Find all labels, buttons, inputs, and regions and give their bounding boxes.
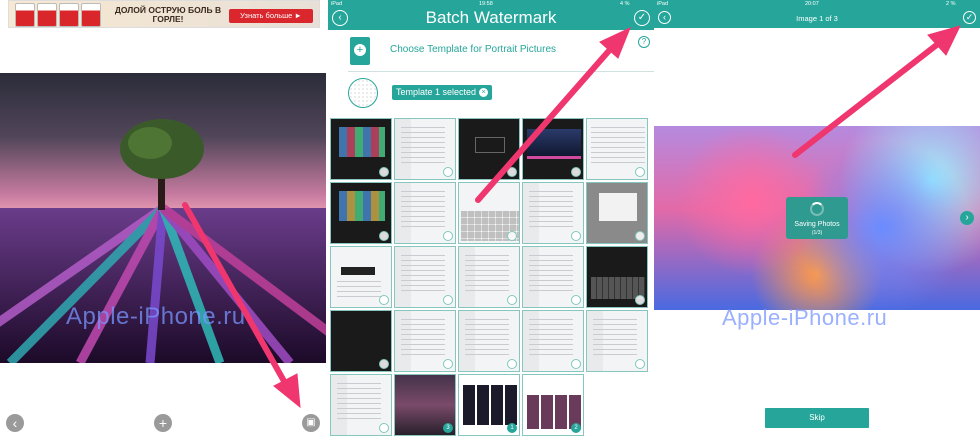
battery: 2 % bbox=[946, 1, 956, 7]
saving-label: Saving Photos bbox=[794, 221, 840, 228]
selection-checkbox[interactable] bbox=[571, 359, 581, 369]
template-prompt[interactable]: Choose Template for Portrait Pictures bbox=[390, 44, 556, 55]
selection-checkbox[interactable] bbox=[443, 167, 453, 177]
chevron-left-icon[interactable]: ‹ bbox=[6, 414, 24, 432]
photo-thumbnail[interactable] bbox=[586, 246, 648, 308]
add-document-icon[interactable] bbox=[350, 37, 370, 65]
navbar: iPad 19:58 4 % ‹ Batch Watermark ✓ bbox=[328, 0, 654, 30]
photo-thumbnail[interactable] bbox=[330, 182, 392, 244]
photo-thumbnail[interactable] bbox=[522, 246, 584, 308]
selection-checkbox[interactable] bbox=[635, 295, 645, 305]
skip-button[interactable]: Skip bbox=[765, 408, 869, 428]
selection-checkbox[interactable] bbox=[635, 167, 645, 177]
photo-thumbnail[interactable] bbox=[394, 182, 456, 244]
photo-thumbnail[interactable] bbox=[522, 182, 584, 244]
selection-checkbox[interactable] bbox=[379, 359, 389, 369]
photo-thumbnail[interactable] bbox=[394, 118, 456, 180]
selection-checkbox[interactable] bbox=[379, 231, 389, 241]
done-checkmark-button[interactable]: ✓ bbox=[634, 10, 650, 26]
selection-badge[interactable]: 2 bbox=[571, 423, 581, 433]
selection-checkbox[interactable] bbox=[635, 231, 645, 241]
photo-thumbnail[interactable] bbox=[522, 310, 584, 372]
selection-badge[interactable]: 3 bbox=[443, 423, 453, 433]
plus-icon[interactable]: + bbox=[154, 414, 172, 432]
selection-badge[interactable]: 1 bbox=[507, 423, 517, 433]
selection-checkbox[interactable] bbox=[379, 295, 389, 305]
photo-thumbnail[interactable] bbox=[522, 118, 584, 180]
photo-thumbnail[interactable] bbox=[458, 118, 520, 180]
photo-thumbnail[interactable]: 3 bbox=[394, 374, 456, 436]
editor-panel: ДОЛОЙ ОСТРУЮ БОЛЬ В ГОРЛЕ! Узнать больше… bbox=[0, 0, 326, 436]
product-image bbox=[15, 3, 35, 27]
photo-thumbnail[interactable]: 2 bbox=[522, 374, 584, 436]
selection-checkbox[interactable] bbox=[571, 231, 581, 241]
selection-checkbox[interactable] bbox=[507, 231, 517, 241]
photo-thumbnail[interactable] bbox=[458, 246, 520, 308]
choose-template-row[interactable]: Choose Template for Portrait Pictures ? bbox=[348, 34, 654, 72]
spinner-icon bbox=[810, 202, 824, 216]
selection-checkbox[interactable] bbox=[507, 295, 517, 305]
remove-icon[interactable]: × bbox=[479, 88, 488, 97]
photo-thumbnail[interactable] bbox=[330, 246, 392, 308]
product-image bbox=[81, 3, 101, 27]
watermark-text[interactable]: Apple-iPhone.ru bbox=[66, 303, 246, 331]
product-image bbox=[59, 3, 79, 27]
selection-checkbox[interactable] bbox=[635, 359, 645, 369]
edited-photo: Apple-iPhone.ru bbox=[0, 73, 326, 363]
navbar: iPad 20:07 2 % ‹ Image 1 of 3 ✓ bbox=[654, 0, 980, 28]
photo-thumbnail[interactable] bbox=[330, 118, 392, 180]
photo-thumbnail[interactable] bbox=[586, 118, 648, 180]
selection-checkbox[interactable] bbox=[443, 231, 453, 241]
pill-label: Template 1 selected bbox=[396, 87, 477, 97]
batch-watermark-panel: iPad 19:58 4 % ‹ Batch Watermark ✓ Choos… bbox=[328, 0, 654, 436]
clock: 20:07 bbox=[805, 1, 819, 7]
battery: 4 % bbox=[620, 1, 630, 7]
photo-thumbnail[interactable] bbox=[330, 310, 392, 372]
saving-indicator: Saving Photos (1/3) bbox=[786, 197, 848, 239]
done-checkmark-button[interactable]: ✓ bbox=[963, 11, 976, 24]
template-preview[interactable] bbox=[348, 78, 378, 108]
template-selected-pill[interactable]: Template 1 selected × bbox=[392, 85, 492, 100]
status-bar: iPad 20:07 2 % bbox=[654, 0, 980, 8]
selection-checkbox[interactable] bbox=[379, 167, 389, 177]
status-bar: iPad 19:58 4 % bbox=[328, 0, 654, 8]
saving-panel: iPad 20:07 2 % ‹ Image 1 of 3 ✓ Apple-iP… bbox=[654, 0, 980, 436]
selection-checkbox[interactable] bbox=[571, 295, 581, 305]
photo-thumbnail[interactable]: 1 bbox=[458, 374, 520, 436]
help-icon[interactable]: ? bbox=[638, 36, 650, 48]
watermark-text: Apple-iPhone.ru bbox=[722, 305, 888, 330]
selection-checkbox[interactable] bbox=[571, 167, 581, 177]
save-icon[interactable]: ▣ bbox=[302, 414, 320, 432]
clock: 19:58 bbox=[479, 1, 493, 7]
photo-thumbnail[interactable] bbox=[458, 310, 520, 372]
page-title: Batch Watermark bbox=[425, 8, 557, 27]
photo-thumbnail[interactable] bbox=[394, 310, 456, 372]
selection-checkbox[interactable] bbox=[443, 295, 453, 305]
selected-template-row: Template 1 selected × bbox=[348, 76, 654, 114]
photo-thumbnail[interactable] bbox=[330, 374, 392, 436]
selection-checkbox[interactable] bbox=[379, 423, 389, 433]
carrier: iPad bbox=[331, 1, 343, 7]
selection-checkbox[interactable] bbox=[443, 359, 453, 369]
carrier: iPad bbox=[657, 1, 669, 7]
product-image bbox=[37, 3, 57, 27]
chevron-right-icon[interactable]: › bbox=[960, 211, 974, 225]
ad-title: ДОЛОЙ ОСТРУЮ БОЛЬ В ГОРЛЕ! bbox=[114, 5, 222, 24]
ad-learn-more-button[interactable]: Узнать больше ► bbox=[229, 9, 313, 23]
photo-thumbnail[interactable] bbox=[458, 182, 520, 244]
selection-checkbox[interactable] bbox=[507, 359, 517, 369]
photo-thumbnail[interactable] bbox=[586, 182, 648, 244]
selection-checkbox[interactable] bbox=[507, 167, 517, 177]
ad-banner[interactable]: ДОЛОЙ ОСТРУЮ БОЛЬ В ГОРЛЕ! Узнать больше… bbox=[8, 0, 320, 28]
saving-count: (1/3) bbox=[811, 230, 823, 236]
page-title: Image 1 of 3 bbox=[796, 14, 838, 23]
photo-thumbnail[interactable] bbox=[394, 246, 456, 308]
photo-thumbnail[interactable] bbox=[586, 310, 648, 372]
